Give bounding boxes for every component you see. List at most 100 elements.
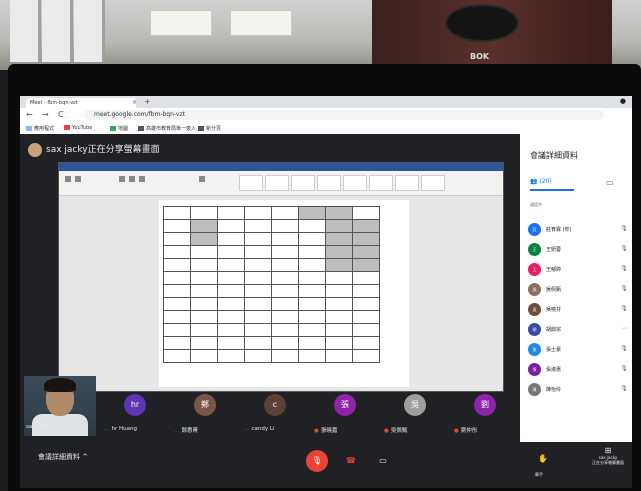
meeting-details-button[interactable]: 會議詳細資料 ^ [38,452,88,462]
bookmark-sso[interactable]: 高雄市教育局單一簽入 [138,125,196,132]
participant-name: 莊育霖 (你) [546,227,572,233]
participant-tile[interactable]: c … candy Li [240,388,310,442]
bookmark-newtab[interactable]: 新分頁 [198,125,221,132]
style-swatch [265,175,289,191]
participant-tile[interactable]: hr … hr Huang [100,388,170,442]
participant-name: 陳怡伶 [546,387,562,393]
window-control-icon[interactable]: ● [620,97,626,105]
participant-tile[interactable]: 吳 ● 吳佩甄 [380,388,450,442]
mic-off-icon: 🎙 [620,385,628,392]
presenter-banner: sax jacky正在分享螢幕畫面 [28,142,160,157]
participant-row[interactable]: 胡胡鼎宗 ⋯ [528,320,628,340]
participant-list: 莊莊育霖 (你) 🎙 王王妍蓉 🎙 王王郁婷 🎙 吳吳佩甄 🎙 吳吳曉芬 🎙 胡胡鼎宗 ⋯ … [528,220,628,400]
globe-icon [138,126,144,131]
tile-avatar: 吳 [404,394,426,416]
globe-icon [198,126,204,131]
mic-off-icon: 🎙 [620,245,628,252]
paste-icon [65,176,71,182]
style-swatch [421,175,445,191]
apps-icon [26,126,32,131]
presenting-label: 正在分享螢幕畫面 [592,460,624,465]
participant-name: 胡鼎宗 [546,327,562,333]
side-panel-title: 會議詳細資料 [530,151,578,160]
tile-avatar: hr [124,394,146,416]
ceiling-light [150,10,212,36]
chat-icon[interactable]: ▭ [606,178,614,187]
style-swatch [343,175,367,191]
room-background: BOK [0,0,641,70]
participant-avatar: 吳 [528,283,541,296]
participant-name: 張士豪 [546,347,562,353]
participant-avatar: 張 [528,343,541,356]
browser-tab[interactable]: Meet - fbm-bqn-vzt × [26,98,137,108]
control-bar: 會議詳細資料 ^ 🎙 ☎ ▭ ✋ 舉手 ⊞ sax jacky 正在分享螢幕畫面 [20,442,632,488]
window-pane [10,0,41,62]
monitor-brand: BOK [470,52,490,61]
participant-row[interactable]: 王王妍蓉 🎙 [528,240,628,260]
participant-avatar: 陳 [528,383,541,396]
tile-name: … hr Huang [104,426,137,432]
meet-app: sax jacky 正在分享螢幕畫面 sax jacky hr … hr Huan… [20,134,632,488]
participant-row[interactable]: 張張士豪 🎙 [528,340,628,360]
self-label: sax jacky [26,424,52,430]
people-icon: 👥 [530,178,538,185]
style-swatch [239,175,263,191]
side-tabs: 👥 (20) ▭ [530,178,626,191]
hang-up-icon[interactable]: ☎ [340,450,362,472]
document-page [159,200,409,387]
reload-icon[interactable]: C [58,110,64,119]
more-dots-icon: ⋯ [622,325,628,332]
style-swatch [291,175,315,191]
screen: Meet - fbm-bqn-vzt × + ● ← → C meet.goog… [20,96,632,488]
participant-name: 吳佩甄 [546,287,562,293]
url-field[interactable]: meet.google.com/fbm-bqn-vzt [84,110,604,120]
tile-avatar: c [264,394,286,416]
style-swatch [395,175,419,191]
people-tab[interactable]: 👥 (20) [530,178,552,185]
participant-row[interactable]: 陳陳怡伶 🎙 [528,380,628,400]
window-pane [74,0,105,62]
mic-off-icon[interactable]: 🎙 [306,450,328,472]
participant-tile[interactable]: 張 ● 張曉嘉 [310,388,380,442]
participant-row[interactable]: 張張淑惠 🎙 [528,360,628,380]
tile-name: ● 吳佩甄 [384,428,408,434]
style-swatch [317,175,341,191]
mic-off-icon: 🎙 [620,265,628,272]
mic-off-icon: 🎙 [620,305,628,312]
new-tab-button[interactable]: + [144,97,151,106]
style-swatch [369,175,393,191]
presenting-indicator[interactable]: ⊞ sax jacky 正在分享螢幕畫面 [588,446,628,482]
participant-row[interactable]: 莊莊育霖 (你) 🎙 [528,220,628,240]
side-subtitle: 通話中 [530,202,542,207]
participant-tile[interactable]: 劉 ● 劉仲彤 [450,388,520,442]
participant-row[interactable]: 吳吳曉芬 🎙 [528,300,628,320]
bookmark-apps[interactable]: 應用程式 [26,125,54,132]
participant-avatar: 王 [528,263,541,276]
mic-off-icon: 🎙 [620,365,628,372]
self-view[interactable]: sax jacky [24,376,96,436]
youtube-icon [64,125,70,130]
align-icon [199,176,205,182]
participant-row[interactable]: 王王郁婷 🎙 [528,260,628,280]
bookmark-youtube[interactable]: YouTube [64,125,92,131]
forward-arrow-icon[interactable]: → [42,110,49,119]
tab-title: Meet - fbm-bqn-vzt [30,100,78,106]
camera-icon[interactable]: ▭ [372,450,394,472]
participant-name: 王郁婷 [546,267,562,273]
bookmark-maps[interactable]: 地圖 [110,125,128,132]
participant-row[interactable]: 吳吳佩甄 🎙 [528,280,628,300]
window-pane [42,0,73,62]
mic-off-icon: 🎙 [620,225,628,232]
raise-hand-label: 舉手 [535,472,543,477]
tile-avatar: 鄭 [194,394,216,416]
mic-off-icon: 🎙 [620,285,628,292]
word-title-bar [59,163,503,171]
close-icon[interactable]: × [132,98,137,108]
italic-icon [129,176,135,182]
active-tab-indicator [530,189,574,191]
document-area [59,196,503,391]
back-arrow-icon[interactable]: ← [26,110,33,119]
hand-icon[interactable]: ✋ [532,448,554,470]
participant-tile[interactable]: 鄭 … 鄭惠菁 [170,388,240,442]
participant-avatar: 吳 [528,303,541,316]
